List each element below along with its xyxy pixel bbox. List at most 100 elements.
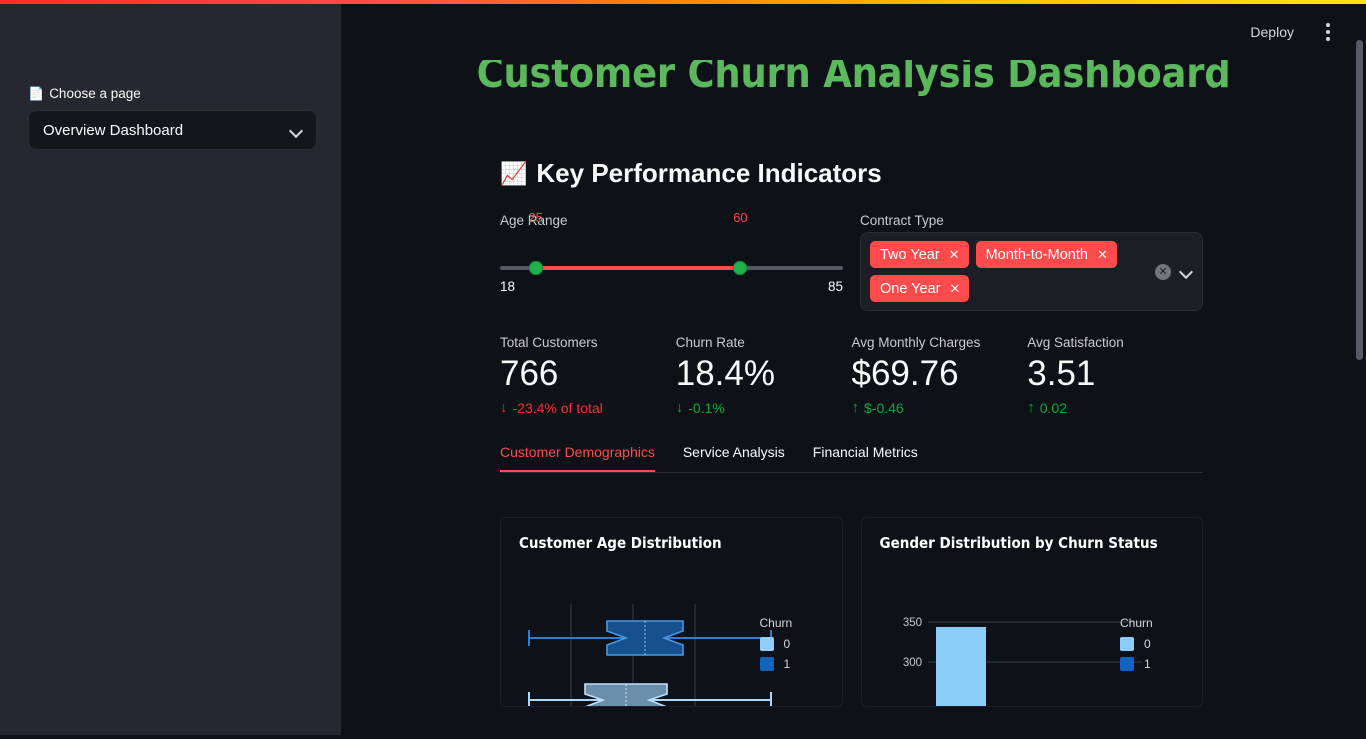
- metric-label: Churn Rate: [675, 335, 745, 351]
- box-churn-0: [528, 683, 772, 706]
- slider-thumb-high[interactable]: [733, 261, 748, 276]
- slider-min-label: 18: [500, 279, 516, 295]
- legend-label: 1: [1144, 656, 1151, 671]
- slider-max-label: 85: [827, 279, 843, 295]
- close-icon[interactable]: ✕: [1097, 248, 1108, 261]
- slider-track[interactable]: [500, 261, 843, 276]
- sidebar: 📄 Choose a page Overview Dashboard: [0, 4, 341, 735]
- metric-delta-text: 0.02: [1039, 399, 1067, 416]
- chart-gender-distribution: Gender Distribution by Churn Status 350 …: [860, 516, 1203, 707]
- analysis-tabs: Customer Demographics Service Analysis F…: [500, 444, 1203, 473]
- choose-a-page-text: Choose a page: [49, 86, 141, 101]
- streamlit-app: 📄 Choose a page Overview Dashboard Deplo…: [0, 0, 1366, 739]
- contract-chip-label: One Year: [880, 280, 941, 297]
- close-icon[interactable]: ✕: [949, 282, 960, 295]
- contract-chip-label: Two Year: [880, 246, 940, 263]
- slider-low-value: 25: [528, 210, 543, 226]
- metric-delta-text: -23.4% of total: [512, 399, 603, 416]
- metric-label: Avg Satisfaction: [1027, 335, 1124, 351]
- chart-title: Customer Age Distribution: [519, 533, 722, 552]
- metric-value: $69.76: [851, 354, 959, 394]
- metric-delta: ↑ $-0.46: [852, 400, 1028, 416]
- age-range-filter: Age Range 25 60 18 85: [500, 210, 843, 311]
- clear-all-icon[interactable]: ✕: [1155, 263, 1171, 280]
- contract-type-multiselect[interactable]: Two Year ✕ Month-to-Month ✕ One Year ✕ ✕: [860, 232, 1203, 312]
- chart-increasing-icon: 📈: [500, 160, 528, 186]
- metric-value: 766: [500, 354, 559, 394]
- chart-customer-age-distribution: Customer Age Distribution Churn 0 1: [500, 516, 843, 707]
- age-distribution-boxplot: [528, 603, 772, 706]
- legend-title: Churn: [759, 615, 793, 630]
- contract-chip-label: Month-to-Month: [985, 246, 1088, 263]
- legend-item[interactable]: 1: [1120, 656, 1186, 671]
- legend-swatch: [1120, 636, 1134, 651]
- metric-total-customers: Total Customers 766 ↓ -23.4% of total: [500, 335, 676, 416]
- page-facing-up-icon: 📄: [28, 86, 45, 101]
- deploy-button[interactable]: Deploy: [1242, 20, 1302, 44]
- contract-chip[interactable]: Two Year ✕: [870, 241, 969, 269]
- legend-item[interactable]: 1: [759, 656, 826, 671]
- box-churn-1: [528, 620, 772, 656]
- tab-customer-demographics[interactable]: Customer Demographics: [500, 444, 655, 472]
- metric-avg-satisfaction: Avg Satisfaction 3.51 ↑ 0.02: [1027, 335, 1203, 416]
- legend-label: 1: [783, 656, 791, 671]
- bar-female-churn-0: [935, 626, 986, 706]
- slider-high-value: 60: [733, 210, 748, 226]
- metric-label: Total Customers: [500, 335, 598, 351]
- legend-swatch: [759, 656, 774, 671]
- choose-a-page-label: 📄 Choose a page: [28, 86, 317, 101]
- metric-delta-text: -0.1%: [688, 399, 725, 416]
- contract-type-filter: Contract Type Two Year ✕ Month-to-Month …: [860, 213, 1203, 312]
- page-select-value: Overview Dashboard: [43, 121, 184, 139]
- loading-gradient-bar: [0, 0, 1366, 4]
- main-content: Customer Churn Analysis Dashboard 📈 Key …: [341, 4, 1366, 739]
- arrow-down-icon: ↓: [675, 399, 684, 417]
- main-scrollbar[interactable]: [1356, 40, 1363, 360]
- chart-title: Gender Distribution by Churn Status: [879, 533, 1158, 552]
- legend-item[interactable]: 0: [1120, 636, 1186, 651]
- y-tick-label-300: 300: [902, 657, 921, 669]
- legend-label: 0: [783, 636, 791, 651]
- contract-chip[interactable]: Month-to-Month ✕: [975, 241, 1117, 269]
- filters-row: Age Range 25 60 18 85 Contract Type Two …: [500, 210, 1203, 312]
- tab-financial-metrics[interactable]: Financial Metrics: [813, 444, 918, 472]
- arrow-up-icon: ↑: [1027, 399, 1035, 417]
- metric-value: 3.51: [1027, 354, 1096, 394]
- metric-delta: ↑ 0.02: [1027, 400, 1203, 416]
- app-header: Deploy: [341, 4, 1366, 60]
- legend-title: Churn: [1120, 615, 1153, 630]
- metric-avg-monthly-charges: Avg Monthly Charges $69.76 ↑ $-0.46: [852, 335, 1028, 416]
- metric-delta-text: $-0.46: [864, 399, 904, 416]
- age-range-label: Age Range: [500, 213, 568, 229]
- arrow-up-icon: ↑: [851, 399, 860, 417]
- legend-swatch: [1120, 656, 1134, 671]
- gender-distribution-barchart: 350 300: [902, 617, 1142, 706]
- metric-delta: ↓ -23.4% of total: [500, 400, 676, 416]
- slider-fill: [535, 266, 741, 271]
- metric-delta: ↓ -0.1%: [676, 400, 852, 416]
- chevron-down-icon: [290, 124, 303, 137]
- arrow-down-icon: ↓: [500, 399, 508, 417]
- age-range-slider[interactable]: 25 60 18 85: [500, 210, 843, 295]
- chart-legend: Churn 0 1: [1120, 616, 1186, 677]
- tab-service-analysis[interactable]: Service Analysis: [683, 444, 785, 472]
- kpi-metrics-row: Total Customers 766 ↓ -23.4% of total Ch…: [500, 335, 1203, 416]
- chevron-down-icon[interactable]: [1180, 265, 1193, 278]
- kebab-menu-icon[interactable]: [1320, 19, 1336, 45]
- kpi-section-title: Key Performance Indicators: [536, 158, 882, 189]
- metric-churn-rate: Churn Rate 18.4% ↓ -0.1%: [676, 335, 852, 416]
- legend-item[interactable]: 0: [759, 636, 826, 651]
- metric-value: 18.4%: [675, 354, 775, 394]
- legend-swatch: [759, 636, 774, 651]
- contract-chip[interactable]: One Year ✕: [870, 275, 970, 303]
- legend-label: 0: [1144, 636, 1151, 651]
- metric-label: Avg Monthly Charges: [851, 335, 981, 351]
- chart-legend: Churn 0 1: [759, 615, 826, 677]
- page-select[interactable]: Overview Dashboard: [28, 110, 317, 150]
- contract-type-label: Contract Type: [860, 213, 944, 229]
- y-tick-label-350: 350: [902, 617, 921, 629]
- slider-thumb-low[interactable]: [528, 261, 543, 276]
- kpi-section-heading: 📈 Key Performance Indicators: [500, 158, 1203, 189]
- close-icon[interactable]: ✕: [949, 248, 960, 261]
- charts-row: Customer Age Distribution Churn 0 1 Gend…: [500, 516, 1203, 707]
